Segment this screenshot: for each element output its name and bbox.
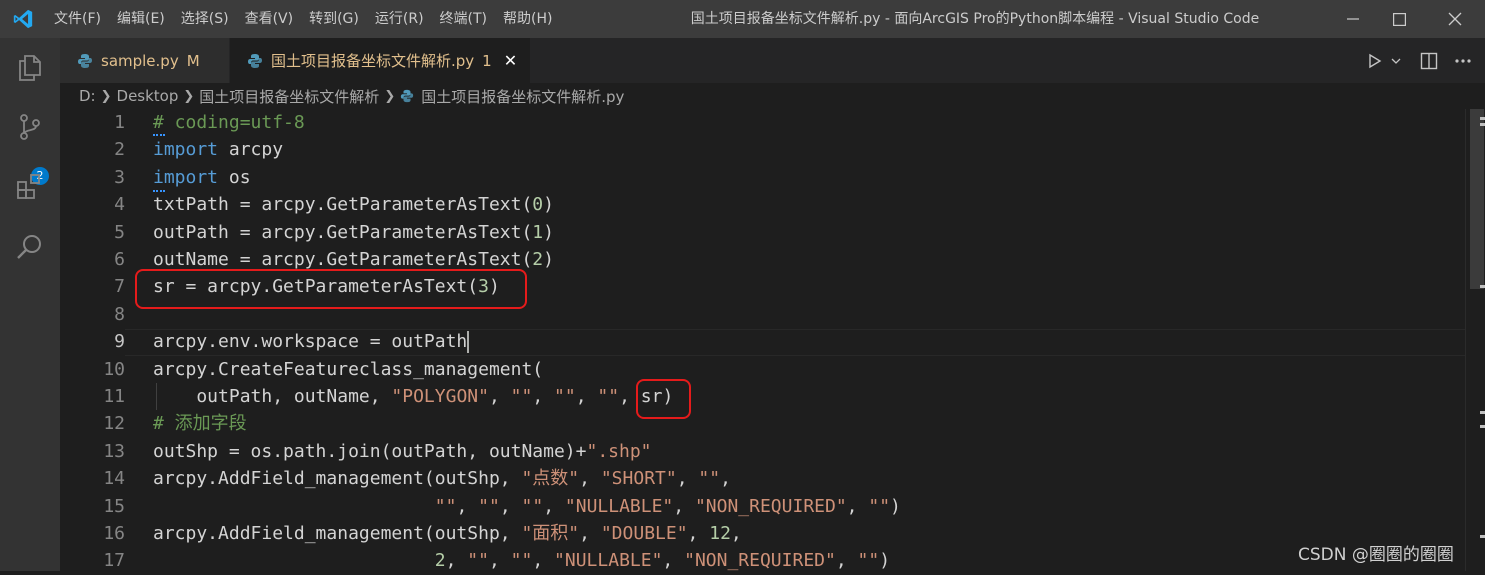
- code-line-9: arcpy.env.workspace = outPath: [153, 331, 470, 354]
- menu-selection[interactable]: 选择(S): [173, 0, 237, 38]
- menu-go[interactable]: 转到(G): [301, 0, 367, 38]
- code-line-4: txtPath = arcpy.GetParameterAsText(0): [153, 194, 554, 216]
- menu-edit[interactable]: 编辑(E): [109, 0, 173, 38]
- line-number: 15: [103, 495, 125, 517]
- breadcrumb-file[interactable]: 国土项目报备坐标文件解析.py: [421, 86, 624, 107]
- code-line-15: "", "", "", "NULLABLE", "NON_REQUIRED", …: [434, 495, 901, 517]
- overview-ruler-marker: [1480, 117, 1485, 120]
- tab-active-file[interactable]: 国土项目报备坐标文件解析.py 1 ✕: [230, 38, 530, 83]
- breadcrumb: D: ❯ Desktop ❯ 国土项目报备坐标文件解析 ❯ 国土项目报备坐标文件…: [60, 83, 1485, 109]
- split-editor-button[interactable]: [1415, 47, 1443, 75]
- info-squiggle: [153, 131, 165, 136]
- python-file-icon: [78, 53, 92, 68]
- overview-ruler-marker: [1480, 285, 1485, 288]
- code-editor[interactable]: 1 2 3 4 5 6 7 8 9 10 11 12 13 14 15 16 17 # coding=utf-8…: [60, 109, 1465, 571]
- code-line-11: outPath, outName, "POLYGON", "", "", "",…: [153, 386, 674, 407]
- line-number: 3: [114, 166, 125, 188]
- overview-ruler-marker: [1480, 425, 1485, 428]
- overview-ruler-marker: [1480, 535, 1485, 538]
- chevron-right-icon: ❯: [183, 88, 195, 104]
- chevron-right-icon: ❯: [100, 88, 112, 104]
- problem-count: 1: [482, 51, 492, 70]
- code-line-5: outPath = arcpy.GetParameterAsText(1): [153, 221, 554, 243]
- menu-help[interactable]: 帮助(H): [495, 0, 560, 38]
- breadcrumb-drive[interactable]: D:: [79, 87, 96, 105]
- python-file-icon: [248, 53, 262, 68]
- line-number: 7: [114, 276, 125, 298]
- line-number: 11: [103, 386, 125, 407]
- watermark: CSDN @圈圈的圈圈: [1298, 545, 1454, 565]
- overview-ruler-marker: [1480, 411, 1485, 414]
- tab-sample-py[interactable]: sample.py M: [60, 38, 229, 83]
- source-control-icon[interactable]: [15, 112, 45, 142]
- code-line-13: outShp = os.path.join(outPath, outName)+…: [153, 440, 652, 462]
- close-icon: [1448, 12, 1462, 26]
- breadcrumb-desktop[interactable]: Desktop: [117, 87, 179, 105]
- editor-actions: [1357, 38, 1485, 83]
- menu-terminal[interactable]: 终端(T): [432, 0, 495, 38]
- ellipsis-icon: [1455, 58, 1471, 63]
- maximize-icon: [1392, 12, 1406, 26]
- line-number: 16: [103, 523, 125, 544]
- close-window-button[interactable]: [1432, 0, 1478, 38]
- line-number: 8: [114, 303, 125, 325]
- files-icon[interactable]: [15, 52, 45, 82]
- code-line-10: arcpy.CreateFeatureclass_management(: [153, 358, 544, 380]
- split-editor-icon: [1420, 52, 1438, 69]
- maximize-button[interactable]: [1376, 0, 1422, 38]
- text-cursor: [467, 331, 470, 354]
- line-number: 14: [103, 468, 125, 490]
- tab-bar: sample.py M 国土项目报备坐标文件解析.py 1 ✕: [60, 38, 1485, 83]
- annotation-box-sr-definition: [135, 269, 527, 309]
- menu-bar: 文件(F) 编辑(E) 选择(S) 查看(V) 转到(G) 运行(R) 终端(T…: [46, 0, 560, 38]
- python-file-icon: [401, 89, 414, 103]
- play-icon: [1369, 53, 1382, 68]
- vertical-scrollbar[interactable]: [1465, 109, 1485, 571]
- code-line-3: import os: [153, 166, 251, 188]
- minimize-icon: [1347, 18, 1359, 20]
- line-number: 10: [103, 358, 125, 380]
- line-number: 9: [114, 331, 125, 353]
- code-line-1: # coding=utf-8: [153, 112, 305, 133]
- code-line-2: import arcpy: [153, 139, 284, 161]
- line-number: 2: [114, 139, 125, 161]
- line-number: 13: [103, 440, 125, 462]
- vscode-logo-icon: [13, 9, 33, 29]
- more-actions-button[interactable]: [1449, 47, 1477, 75]
- line-number: 1: [114, 112, 125, 133]
- code-line-16: arcpy.AddField_management(outShp, "面积", …: [153, 523, 742, 544]
- line-number: 4: [114, 194, 125, 216]
- menu-file[interactable]: 文件(F): [46, 0, 109, 38]
- scrollbar-thumb[interactable]: [1470, 109, 1484, 289]
- title-bar: 文件(F) 编辑(E) 选择(S) 查看(V) 转到(G) 运行(R) 终端(T…: [0, 0, 1485, 38]
- window-title: 国土项目报备坐标文件解析.py - 面向ArcGIS Pro的Python脚本编…: [690, 11, 1260, 27]
- overview-ruler-marker: [1480, 123, 1485, 126]
- tab-close-icon[interactable]: ✕: [504, 51, 517, 70]
- menu-view[interactable]: 查看(V): [237, 0, 302, 38]
- chevron-right-icon: ❯: [384, 88, 396, 104]
- line-number: 5: [114, 221, 125, 243]
- run-python-button[interactable]: [1361, 47, 1389, 75]
- line-number: 12: [103, 413, 125, 435]
- search-icon[interactable]: [15, 232, 45, 262]
- activity-bar: 2: [0, 38, 60, 571]
- line-number: 6: [114, 249, 125, 270]
- annotation-box-sr-usage: [636, 379, 691, 419]
- menu-run[interactable]: 运行(R): [367, 0, 432, 38]
- minimize-button[interactable]: [1330, 0, 1376, 38]
- run-dropdown-button[interactable]: [1389, 47, 1403, 75]
- tab-label: 国土项目报备坐标文件解析.py: [271, 52, 475, 70]
- modified-marker: M: [186, 51, 200, 70]
- tab-label: sample.py: [101, 51, 179, 70]
- code-line-14: arcpy.AddField_management(outShp, "点数", …: [153, 468, 731, 490]
- extensions-icon[interactable]: [15, 172, 45, 202]
- code-line-12: # 添加字段: [153, 413, 247, 435]
- breadcrumb-folder[interactable]: 国土项目报备坐标文件解析: [199, 86, 379, 107]
- chevron-down-icon: [1391, 58, 1401, 64]
